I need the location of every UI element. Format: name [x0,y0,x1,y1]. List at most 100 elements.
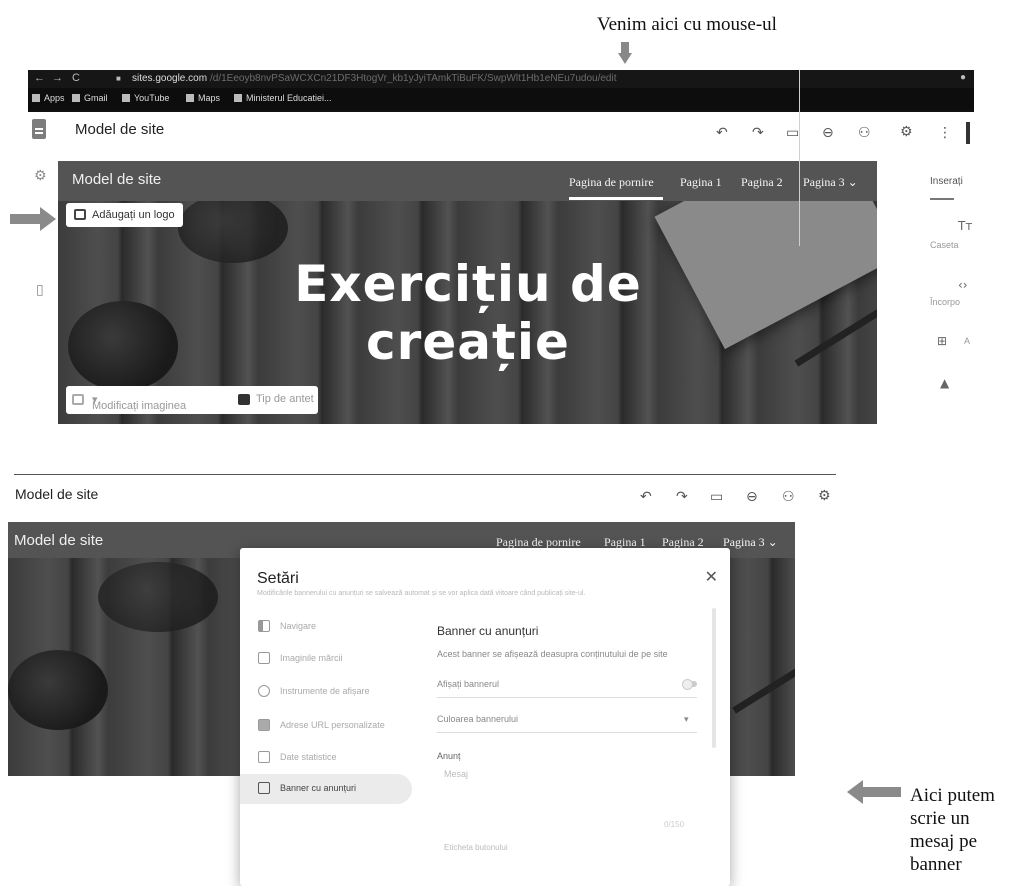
trash-icon[interactable]: ▯ [36,282,44,298]
pinecone-image [8,650,108,730]
arrow-right-icon [10,207,56,231]
url-domain: sites.google.com [132,73,208,84]
bookmark-ministerul[interactable]: Ministerul Educatiei... [234,93,332,103]
arrow-left-icon [847,780,901,804]
show-banner-toggle[interactable] [682,679,697,690]
settings-menu-viewer-tools[interactable]: Instrumente de afișare [240,677,412,707]
profile-icon[interactable]: ● [960,72,966,83]
image-icon [72,394,84,405]
annotation-line: mesaj pe [910,831,978,852]
more-vert-icon[interactable]: ⋮ [938,125,952,141]
insert-item-text[interactable]: Caseta [930,240,959,250]
publish-button-edge[interactable] [966,122,970,144]
nav-home[interactable]: Pagina de pornire [569,175,663,200]
insert-item-embed[interactable]: Încorpo [930,297,960,307]
preview-icon[interactable]: ▭ [710,489,723,505]
nav-page-3[interactable]: Pagina 3 ⌄ [723,535,778,550]
settings-menu-announcement-banner[interactable]: Banner cu anunțuri [240,774,412,804]
forward-icon[interactable]: → [52,72,63,84]
announcement-label: Anunț [437,751,461,761]
domain-icon [258,719,270,731]
image-insert-icon[interactable]: ▲ [940,376,949,390]
reload-icon[interactable]: C [72,72,80,84]
banner-description: Acest banner se afișează deasupra conțin… [437,649,668,659]
redo-icon[interactable]: ↷ [676,489,688,505]
nav-active-indicator [569,197,663,200]
analytics-icon [258,751,270,763]
image-icon [74,209,86,220]
chevron-down-icon: ⌄ [767,535,778,549]
link-icon[interactable]: ⊖ [746,489,758,505]
settings-menu-brand-images[interactable]: Imaginile mărcii [240,644,412,674]
annotation-bottom: Aici putem scrie un mesaj pe banner [910,784,995,876]
annotation-line: scrie un [910,808,970,829]
bookmark-youtube[interactable]: YouTube [122,93,169,103]
change-image-button[interactable]: Modificați imaginea ▾ [92,393,186,412]
message-counter: 0/150 [664,820,685,829]
show-banner-label: Afișați bannerul [437,679,500,689]
settings-menu-analytics[interactable]: Date statistice [240,743,412,773]
message-input[interactable]: Mesaj [444,769,468,779]
undo-icon[interactable]: ↶ [640,489,652,505]
button-label-input[interactable]: Eticheta butonului [444,843,508,852]
annotation-line: Aici putem [910,785,995,806]
bookmark-gmail[interactable]: Gmail [72,93,108,103]
site-header: Model de site Pagina de pornire Pagina 1… [58,161,877,201]
pinecone-image [178,193,288,263]
site-title[interactable]: Model de site [14,532,103,549]
address-bar[interactable]: ← → C ■ sites.google.com /d/1Eeoyb8nvPSa… [28,70,974,88]
pinecone-image [98,562,218,632]
site-title[interactable]: Model de site [72,171,161,188]
sites-doc-icon[interactable] [32,119,46,139]
settings-gear-icon[interactable]: ⚙ [34,168,47,184]
layout-icon[interactable]: ⊞ [937,334,947,348]
hero-title[interactable]: Exercițiu de creație [218,255,718,371]
settings-menu-custom-urls[interactable]: Adrese URL personalizate [240,711,412,741]
cursor-line [799,70,800,246]
pinecone-image [68,301,178,391]
settings-title: Setări [257,570,299,587]
doc-title[interactable]: Model de site [15,486,98,502]
insert-tab[interactable]: Inserați [930,176,963,187]
arrow-down-icon [618,42,632,64]
nav-page-3[interactable]: Pagina 3 ⌄ [803,175,858,190]
settings-scrollbar[interactable] [712,608,716,748]
annotation-line: banner [910,854,962,875]
add-logo-button[interactable]: Adăugați un logo [66,203,183,227]
bookmark-apps[interactable]: Apps [32,93,65,103]
settings-gear-icon[interactable]: ⚙ [900,124,913,140]
add-person-icon[interactable]: ⚇ [858,125,871,141]
browser-chrome: ← → C ■ sites.google.com /d/1Eeoyb8nvPSa… [28,70,974,112]
info-icon [258,685,270,697]
header-type-icon [238,394,250,405]
navigation-icon [258,620,270,632]
maps-icon [186,94,194,102]
banner-heading: Banner cu anunțuri [437,624,539,638]
back-icon[interactable]: ← [34,72,45,84]
site-preview: Model de site Pagina de pornire Pagina 1… [58,161,877,424]
insert-tab-underline [930,198,954,200]
bookmark-folder-icon [234,94,242,102]
settings-gear-icon[interactable]: ⚙ [818,488,831,504]
doc-title[interactable]: Model de site [75,121,164,138]
embed-icon[interactable]: ‹› [958,278,968,292]
url-path: /d/1Eeoyb8nvPSaWCXCn21DF3HtogVr_kb1yJyiT… [210,73,617,84]
apps-icon [32,94,40,102]
bookmark-maps[interactable]: Maps [186,93,220,103]
close-icon[interactable]: ✕ [705,567,718,586]
nav-page-1[interactable]: Pagina 1 [680,175,722,190]
insert-item-a[interactable]: A [964,336,970,346]
text-box-icon[interactable]: Tт [958,219,972,233]
preview-icon[interactable]: ▭ [786,125,799,141]
undo-icon[interactable]: ↶ [716,125,728,141]
youtube-icon [122,94,130,102]
banner-color-label[interactable]: Culoarea bannerului [437,714,518,724]
redo-icon[interactable]: ↷ [752,125,764,141]
pane-divider [437,732,697,733]
link-icon[interactable]: ⊖ [822,125,834,141]
add-person-icon[interactable]: ⚇ [782,489,795,505]
chevron-down-icon[interactable]: ▾ [684,714,689,725]
nav-page-2[interactable]: Pagina 2 [741,175,783,190]
header-type-button[interactable]: Tip de antet [256,393,314,405]
settings-menu-navigation[interactable]: Navigare [240,612,412,642]
